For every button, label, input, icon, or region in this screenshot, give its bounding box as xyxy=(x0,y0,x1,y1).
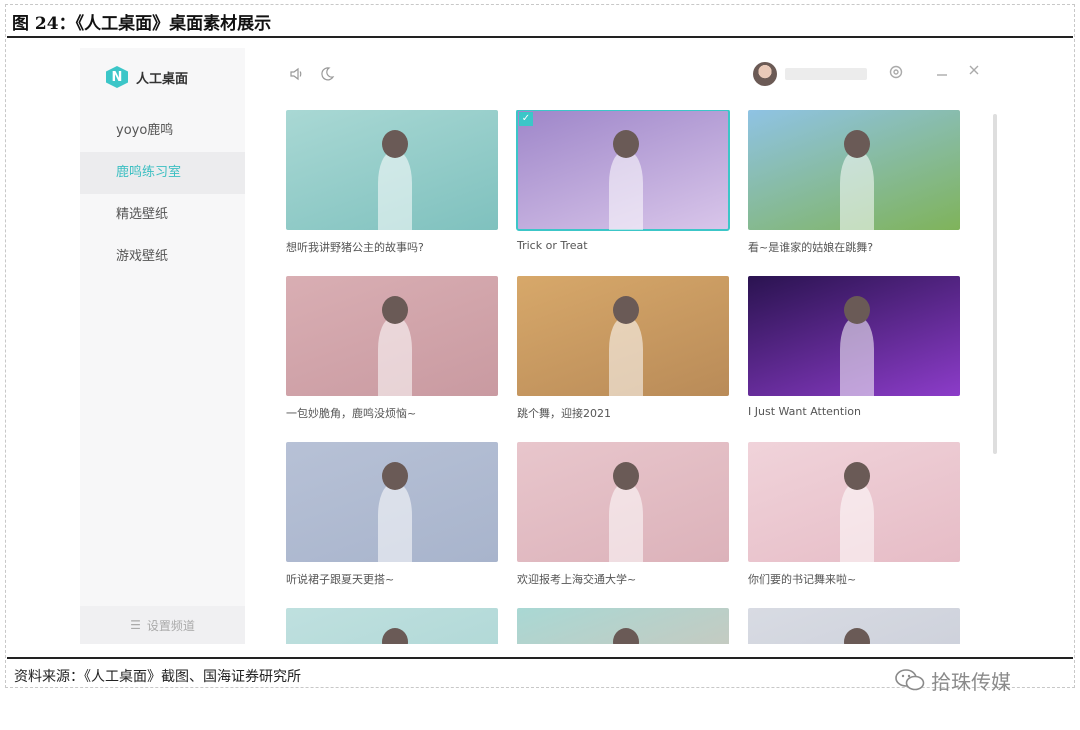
wallpaper-thumbnail[interactable] xyxy=(286,276,498,396)
character-head xyxy=(613,130,639,158)
wallpaper-card[interactable]: 欢迎报考上海交通大学~ xyxy=(517,442,729,587)
character-head xyxy=(844,628,870,644)
app-name: 人工桌面 xyxy=(136,71,189,87)
character-head xyxy=(844,296,870,324)
wallpaper-caption: 跳个舞，迎接2021 xyxy=(517,407,611,420)
wallpaper-caption: I Just Want Attention xyxy=(748,405,861,418)
wallpaper-card[interactable]: I Just Want Attention xyxy=(748,276,960,418)
minimize-button[interactable] xyxy=(935,62,949,81)
wallpaper-thumbnail[interactable]: ✓ xyxy=(516,110,730,231)
character-figure xyxy=(840,484,874,562)
watermark: 拾珠传媒 xyxy=(895,664,1011,696)
character-figure xyxy=(840,152,874,230)
wallpaper-card[interactable]: 一包妙脆角，鹿鸣没烦恼~ xyxy=(286,276,498,421)
sidebar: N 人工桌面 yoyo鹿鸣 鹿鸣练习室 精选壁纸 游戏壁纸 ☰ 设置频道 xyxy=(80,48,245,644)
app-logo: N 人工桌面 xyxy=(106,66,188,88)
wallpaper-caption: 欢迎报考上海交通大学~ xyxy=(517,573,637,586)
character-figure xyxy=(378,152,412,230)
wallpaper-card[interactable]: ✓ Trick or Treat xyxy=(516,110,730,252)
wallpaper-grid: 想听我讲野猪公主的故事吗? ✓ Trick or Treat 看~是谁家的姑娘在跳舞?… xyxy=(286,110,966,644)
character-head xyxy=(844,130,870,158)
wallpaper-thumbnail[interactable] xyxy=(748,276,960,396)
character-head xyxy=(382,130,408,158)
channel-settings-button[interactable]: ☰ 设置频道 xyxy=(80,606,245,644)
wechat-icon xyxy=(895,669,925,691)
sidebar-item-2[interactable]: 精选壁纸 xyxy=(80,194,245,236)
wallpaper-card[interactable]: 看~是谁家的姑娘在跳舞? xyxy=(748,110,960,255)
sidebar-item-3[interactable]: 游戏壁纸 xyxy=(80,236,245,278)
sidebar-item-1[interactable]: 鹿鸣练习室 xyxy=(80,152,245,194)
username-blurred[interactable] xyxy=(785,68,867,80)
character-head xyxy=(613,628,639,644)
character-figure xyxy=(378,318,412,396)
scrollbar[interactable] xyxy=(993,114,997,454)
gear-icon[interactable] xyxy=(888,64,904,84)
watermark-text: 拾珠传媒 xyxy=(931,669,1011,694)
figure-title: 图 24：《人工桌面》桌面素材展示 xyxy=(12,14,272,34)
sidebar-item-0[interactable]: yoyo鹿鸣 xyxy=(80,110,245,152)
character-head xyxy=(613,296,639,324)
character-head xyxy=(382,628,408,644)
source-note: 资料来源：《人工桌面》截图、国海证券研究所 xyxy=(14,669,301,685)
wallpaper-thumbnail[interactable] xyxy=(748,110,960,230)
character-figure xyxy=(609,152,643,230)
wallpaper-caption: 你们要的书记舞来啦~ xyxy=(748,573,857,586)
character-head xyxy=(844,462,870,490)
wallpaper-card[interactable]: 想听我讲野猪公主的故事吗? xyxy=(286,110,498,255)
wallpaper-thumbnail[interactable] xyxy=(286,608,498,644)
wallpaper-card[interactable]: 听说裙子跟夏天更搭~ xyxy=(286,442,498,587)
wallpaper-thumbnail[interactable] xyxy=(517,608,729,644)
character-figure xyxy=(378,484,412,562)
moon-icon[interactable] xyxy=(319,66,335,86)
wallpaper-thumbnail[interactable] xyxy=(286,110,498,230)
character-head xyxy=(613,462,639,490)
character-figure xyxy=(840,318,874,396)
wallpaper-caption: 看~是谁家的姑娘在跳舞? xyxy=(748,241,874,254)
sidebar-nav: yoyo鹿鸣 鹿鸣练习室 精选壁纸 游戏壁纸 xyxy=(80,110,245,278)
top-rule xyxy=(7,36,1073,38)
logo-icon: N xyxy=(106,66,128,88)
wallpaper-card[interactable]: 跳个舞，迎接2021 xyxy=(517,276,729,421)
character-figure xyxy=(609,318,643,396)
wallpaper-thumbnail[interactable] xyxy=(517,276,729,396)
channel-settings-label: 设置频道 xyxy=(146,618,195,633)
wallpaper-thumbnail[interactable] xyxy=(286,442,498,562)
character-figure xyxy=(609,484,643,562)
wallpaper-card[interactable] xyxy=(748,608,960,644)
wallpaper-caption: 一包妙脆角，鹿鸣没烦恼~ xyxy=(286,407,417,420)
wallpaper-thumbnail[interactable] xyxy=(517,442,729,562)
wallpaper-card[interactable] xyxy=(286,608,498,644)
bottom-rule xyxy=(7,657,1073,659)
character-head xyxy=(382,296,408,324)
wallpaper-card[interactable] xyxy=(517,608,729,644)
wallpaper-caption: Trick or Treat xyxy=(517,239,588,252)
speaker-icon[interactable] xyxy=(289,66,305,86)
character-head xyxy=(382,462,408,490)
app-window: N 人工桌面 yoyo鹿鸣 鹿鸣练习室 精选壁纸 游戏壁纸 ☰ 设置频道 想听我讲野猪… xyxy=(80,48,1000,644)
user-avatar[interactable] xyxy=(753,62,777,86)
wallpaper-thumbnail[interactable] xyxy=(748,442,960,562)
topbar xyxy=(245,48,1000,98)
close-button[interactable] xyxy=(968,64,980,80)
wallpaper-caption: 想听我讲野猪公主的故事吗? xyxy=(286,241,424,254)
wallpaper-thumbnail[interactable] xyxy=(748,608,960,644)
selected-check-icon: ✓ xyxy=(519,112,533,126)
wallpaper-caption: 听说裙子跟夏天更搭~ xyxy=(286,573,395,586)
menu-icon: ☰ xyxy=(130,618,141,632)
wallpaper-card[interactable]: 你们要的书记舞来啦~ xyxy=(748,442,960,587)
